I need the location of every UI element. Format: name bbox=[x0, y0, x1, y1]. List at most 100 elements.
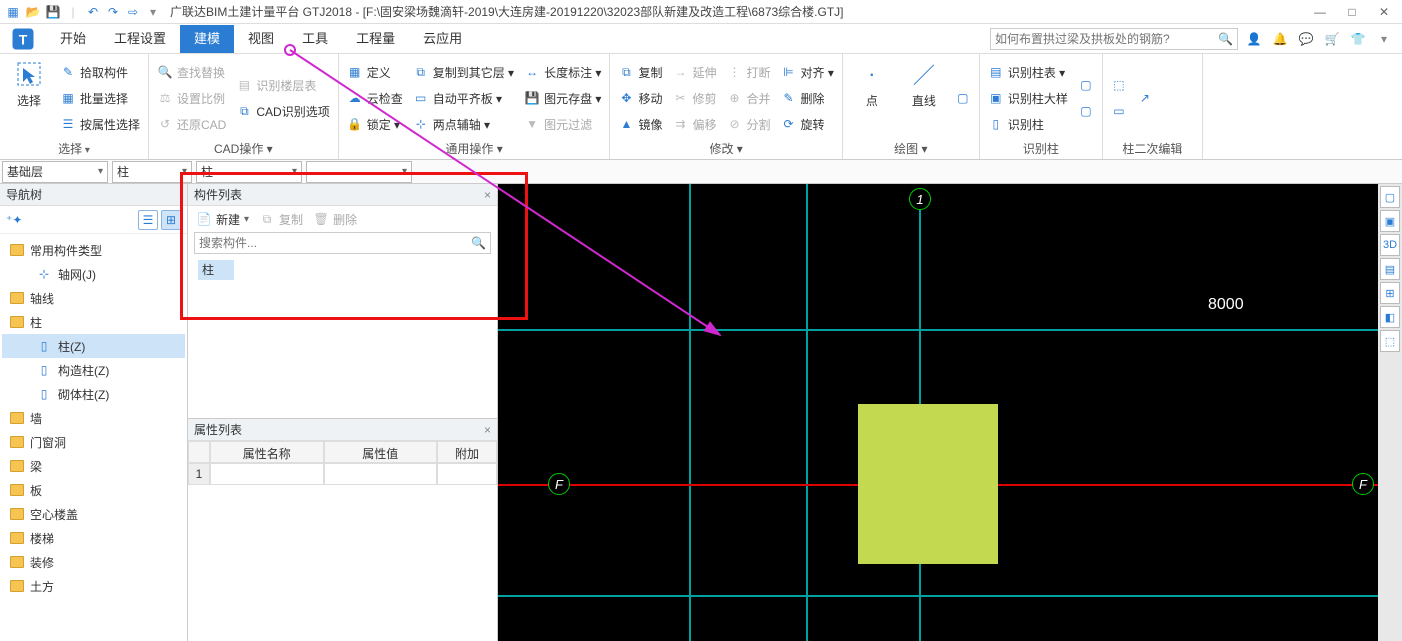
dimension-button[interactable]: ↔长度标注 ▾ bbox=[524, 61, 601, 83]
merge-button[interactable]: ⊕合并 bbox=[726, 87, 770, 109]
nav-node-轴网(J)[interactable]: ⊹轴网(J) bbox=[2, 262, 185, 286]
view-tool-6-icon[interactable]: ◧ bbox=[1380, 306, 1400, 328]
cloud-check-button[interactable]: ☁云检查 bbox=[347, 87, 403, 109]
nav-node-轴线[interactable]: 轴线 bbox=[2, 286, 185, 310]
align-button[interactable]: ⊫对齐 ▾ bbox=[780, 61, 833, 83]
view-tool-7-icon[interactable]: ⬚ bbox=[1380, 330, 1400, 352]
prop-row-1-name[interactable] bbox=[210, 463, 324, 485]
lock-button[interactable]: 🔒锁定 ▾ bbox=[347, 113, 403, 135]
column-element[interactable] bbox=[858, 404, 998, 564]
tab-start[interactable]: 开始 bbox=[46, 25, 100, 53]
col-edit-3-icon[interactable]: ↗ bbox=[1137, 87, 1153, 109]
nav-node-构造柱(Z)[interactable]: ▯构造柱(Z) bbox=[2, 358, 185, 382]
proplist-close-icon[interactable]: × bbox=[484, 419, 491, 441]
complist-delete-button[interactable]: 🗑删除 bbox=[313, 208, 357, 230]
nav-node-门窗洞[interactable]: 门窗洞 bbox=[2, 430, 185, 454]
prop-row-1-extra[interactable] bbox=[437, 463, 497, 485]
nav-node-柱(Z)[interactable]: ▯柱(Z) bbox=[2, 334, 185, 358]
user-icon[interactable]: 👤 bbox=[1244, 29, 1264, 49]
complist-search-input[interactable] bbox=[199, 236, 471, 250]
help-search[interactable]: 🔍 bbox=[990, 28, 1238, 50]
open-file-icon[interactable]: 📂 bbox=[24, 3, 42, 21]
complist-new-button[interactable]: 📄新建 bbox=[196, 208, 249, 230]
identify-extra2-icon[interactable]: ▢ bbox=[1078, 100, 1094, 122]
restore-cad-button[interactable]: ↺还原CAD bbox=[157, 113, 226, 135]
minimize-icon[interactable]: — bbox=[1306, 2, 1334, 22]
tab-quantity[interactable]: 工程量 bbox=[342, 25, 409, 53]
nav-node-柱[interactable]: 柱 bbox=[2, 310, 185, 334]
complist-copy-button[interactable]: ⧉复制 bbox=[259, 208, 303, 230]
draw-extra-icon[interactable]: ▢ bbox=[955, 87, 971, 109]
category-selector-2[interactable]: 柱 bbox=[196, 161, 302, 183]
tab-view[interactable]: 视图 bbox=[234, 25, 288, 53]
nav-node-墙[interactable]: 墙 bbox=[2, 406, 185, 430]
batch-select-button[interactable]: ▦批量选择 bbox=[60, 87, 140, 109]
export-icon[interactable]: ⇨ bbox=[124, 3, 142, 21]
save-element-button[interactable]: 💾图元存盘 ▾ bbox=[524, 87, 601, 109]
close-icon[interactable]: ✕ bbox=[1370, 2, 1398, 22]
nav-view-list-icon[interactable]: ☰ bbox=[138, 210, 158, 230]
group-label-draw[interactable]: 绘图 ▾ bbox=[851, 138, 971, 157]
extend-button[interactable]: →延伸 bbox=[672, 61, 716, 83]
group-label-select[interactable]: 选择 bbox=[8, 138, 140, 157]
new-file-icon[interactable]: ▦ bbox=[4, 3, 22, 21]
copy-to-floor-button[interactable]: ⧉复制到其它层 ▾ bbox=[413, 61, 514, 83]
maximize-icon[interactable]: □ bbox=[1338, 2, 1366, 22]
col-edit-2-icon[interactable]: ▭ bbox=[1111, 100, 1127, 122]
element-filter-button[interactable]: ▼图元过滤 bbox=[524, 113, 601, 135]
prop-row-1-value[interactable] bbox=[324, 463, 438, 485]
floor-selector[interactable]: 基础层 bbox=[2, 161, 108, 183]
view-tool-1-icon[interactable]: ▢ bbox=[1380, 186, 1400, 208]
tab-modeling[interactable]: 建模 bbox=[180, 25, 234, 53]
nav-node-楼梯[interactable]: 楼梯 bbox=[2, 526, 185, 550]
redo-icon[interactable]: ↷ bbox=[104, 3, 122, 21]
break-button[interactable]: ⋮打断 bbox=[726, 61, 770, 83]
cart-icon[interactable]: 🛒 bbox=[1322, 29, 1342, 49]
group-label-common[interactable]: 通用操作 ▾ bbox=[347, 138, 602, 157]
category-selector-3[interactable] bbox=[306, 161, 412, 183]
rotate-button[interactable]: ⟳旋转 bbox=[780, 113, 833, 135]
define-button[interactable]: ▦定义 bbox=[347, 61, 403, 83]
search-icon[interactable]: 🔍 bbox=[471, 236, 486, 250]
tab-project-settings[interactable]: 工程设置 bbox=[100, 25, 180, 53]
identify-column-table-button[interactable]: ▤识别柱表 ▾ bbox=[988, 61, 1068, 83]
auto-align-slab-button[interactable]: ▭自动平齐板 ▾ bbox=[413, 87, 514, 109]
undo-icon[interactable]: ↶ bbox=[84, 3, 102, 21]
search-icon[interactable]: 🔍 bbox=[1218, 32, 1233, 46]
identify-floor-table-button[interactable]: ▤识别楼层表 bbox=[236, 74, 329, 96]
delete-button[interactable]: ✎删除 bbox=[780, 87, 833, 109]
nav-node-土方[interactable]: 土方 bbox=[2, 574, 185, 598]
nav-view-tree-icon[interactable]: ⊞ bbox=[161, 210, 181, 230]
tab-cloud[interactable]: 云应用 bbox=[409, 25, 476, 53]
save-icon[interactable]: 💾 bbox=[44, 3, 62, 21]
nav-node-装修[interactable]: 装修 bbox=[2, 550, 185, 574]
point-button[interactable]: ·点 bbox=[851, 58, 893, 138]
nav-node-板[interactable]: 板 bbox=[2, 478, 185, 502]
dropdown-icon[interactable]: ▾ bbox=[144, 3, 162, 21]
drawing-canvas[interactable]: 1 F F 8000 ▢ ▣ 3D ▤ ⊞ ◧ ⬚ bbox=[498, 184, 1402, 641]
two-point-axis-button[interactable]: ⊹两点辅轴 ▾ bbox=[413, 113, 514, 135]
col-edit-1-icon[interactable]: ⬚ bbox=[1111, 74, 1127, 96]
line-button[interactable]: ／直线 bbox=[903, 58, 945, 138]
complist-close-icon[interactable]: × bbox=[484, 184, 491, 206]
pick-component-button[interactable]: ✎拾取构件 bbox=[60, 61, 140, 83]
identify-extra1-icon[interactable]: ▢ bbox=[1078, 74, 1094, 96]
chat-icon[interactable]: 💬 bbox=[1296, 29, 1316, 49]
nav-add-icon[interactable]: ⁺✦ bbox=[6, 213, 22, 227]
move-button[interactable]: ✥移动 bbox=[618, 87, 662, 109]
complist-item-column[interactable]: 柱 bbox=[198, 260, 234, 280]
trim-button[interactable]: ✂修剪 bbox=[672, 87, 716, 109]
identify-column-button[interactable]: ▯识别柱 bbox=[988, 113, 1068, 135]
identify-column-detail-button[interactable]: ▣识别柱大样 bbox=[988, 87, 1068, 109]
find-replace-button[interactable]: 🔍查找替换 bbox=[157, 61, 226, 83]
select-button[interactable]: 选择 bbox=[8, 58, 50, 138]
tshirt-icon[interactable]: 👕 bbox=[1348, 29, 1368, 49]
app-logo-icon[interactable]: T bbox=[0, 25, 46, 53]
nav-node-梁[interactable]: 梁 bbox=[2, 454, 185, 478]
complist-search[interactable]: 🔍 bbox=[194, 232, 491, 254]
tab-tools[interactable]: 工具 bbox=[288, 25, 342, 53]
view-tool-4-icon[interactable]: ▤ bbox=[1380, 258, 1400, 280]
set-scale-button[interactable]: ⚖设置比例 bbox=[157, 87, 226, 109]
help-dropdown-icon[interactable]: ▾ bbox=[1374, 29, 1394, 49]
nav-node-砌体柱(Z)[interactable]: ▯砌体柱(Z) bbox=[2, 382, 185, 406]
